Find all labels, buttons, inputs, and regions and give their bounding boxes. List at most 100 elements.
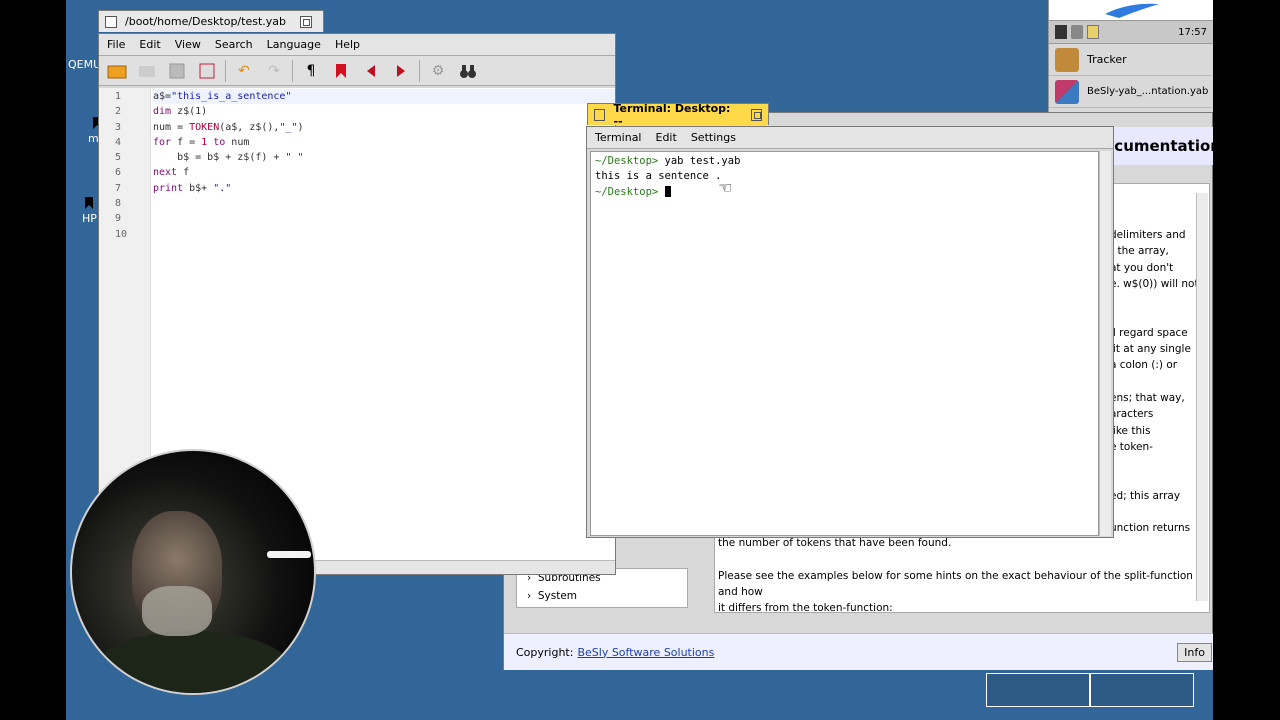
- doc-scrollbar[interactable]: [1196, 193, 1208, 601]
- line-number: 8: [115, 198, 122, 210]
- terminal-prompt: ~/Desktop>: [595, 185, 659, 198]
- doc-line: it differs from the token-function:: [718, 602, 893, 615]
- menu-search[interactable]: Search: [215, 38, 253, 51]
- deskbar: 17:57 Tracker BeSly-yab_...ntation.yab: [1048, 0, 1213, 112]
- line-number: 7: [115, 182, 122, 194]
- undo-icon[interactable]: ↶: [232, 60, 256, 82]
- menu-file[interactable]: File: [107, 38, 125, 51]
- editor-title-tab[interactable]: /boot/home/Desktop/test.yab: [98, 10, 324, 32]
- code-line-4: for f = 1 to num: [153, 136, 250, 148]
- zoom-icon[interactable]: [750, 108, 762, 121]
- menu-edit[interactable]: Edit: [656, 131, 677, 144]
- save-as-icon[interactable]: [195, 60, 219, 82]
- clock[interactable]: 17:57: [1178, 27, 1207, 38]
- desktop-icon-label: QEMU: [68, 58, 102, 71]
- doc-line: a colon (:) or: [1110, 359, 1178, 372]
- terminal-prompt: ~/Desktop>: [595, 155, 659, 167]
- menu-language[interactable]: Language: [267, 38, 321, 51]
- reload-icon[interactable]: [135, 60, 159, 82]
- editor-toolbar: ↶ ↷ ¶ ⚙: [99, 56, 615, 86]
- show-invisibles-icon[interactable]: ¶: [299, 60, 323, 82]
- copyright-link[interactable]: BeSly Software Solutions: [577, 646, 714, 659]
- network-icon[interactable]: [1071, 25, 1083, 39]
- info-button[interactable]: Info: [1177, 642, 1212, 662]
- webcam-beard: [142, 586, 212, 636]
- bookmark-icon[interactable]: [329, 60, 353, 82]
- terminal-window: Terminal: Desktop: -- Terminal Edit Sett…: [586, 102, 1114, 538]
- doc-line: Please see the examples below for some h…: [718, 569, 1193, 598]
- webcam-overlay: [70, 449, 316, 695]
- terminal-line: ~/Desktop>: [595, 185, 1094, 200]
- previous-arrow-icon[interactable]: [359, 60, 383, 82]
- bookmark-icon: [82, 196, 96, 210]
- doc-line: ed; this array: [1110, 489, 1181, 502]
- redo-icon[interactable]: ↷: [262, 60, 286, 82]
- line-number: 9: [115, 213, 122, 225]
- deskbar-app-tracker[interactable]: Tracker: [1049, 44, 1213, 76]
- menu-help[interactable]: Help: [335, 38, 360, 51]
- doc-text-bottom: the number of tokens that have been foun…: [718, 535, 1198, 616]
- doc-line: [1110, 504, 1210, 520]
- doc-footer: Copyright: BeSly Software Solutions Info: [504, 633, 1213, 670]
- tree-item[interactable]: › System: [517, 587, 687, 605]
- deskbar-app-label: Tracker: [1087, 53, 1127, 66]
- open-folder-icon[interactable]: [105, 60, 129, 82]
- code-line-7: print b$+ ".": [153, 182, 232, 194]
- deskbar-app-yab[interactable]: BeSly-yab_...ntation.yab: [1049, 76, 1213, 108]
- doc-line: t the array,: [1110, 245, 1169, 258]
- terminal-output[interactable]: ~/Desktop> yab test.yab this is a senten…: [590, 151, 1099, 536]
- code-line-1: a$="this_is_a_sentence": [153, 89, 615, 105]
- close-icon[interactable]: [594, 108, 606, 121]
- doc-line: like this: [1110, 424, 1151, 437]
- doc-text-right: delimiters and t the array, at you don't…: [1110, 227, 1210, 537]
- code-line-2: dim z$(1): [153, 106, 208, 118]
- text-cursor: [664, 186, 671, 198]
- workspace-box[interactable]: [1090, 673, 1194, 707]
- save-icon[interactable]: [165, 60, 189, 82]
- volume-icon[interactable]: [1087, 25, 1099, 39]
- doc-line: [1110, 471, 1210, 487]
- doc-line: e token-: [1110, 440, 1153, 453]
- editor-title: /boot/home/Desktop/test.yab: [125, 15, 286, 28]
- tracker-icon: [1055, 47, 1079, 72]
- line-number: 3: [115, 121, 122, 133]
- terminal-output-text: this is a sentence .: [595, 170, 722, 183]
- desktop-icon-hp[interactable]: HP: [82, 196, 97, 225]
- doc-line: at you don't: [1110, 261, 1174, 274]
- next-arrow-icon[interactable]: [389, 60, 413, 82]
- close-icon[interactable]: [105, 15, 117, 28]
- webcam-body: [92, 631, 292, 693]
- toolbar-separator: [225, 59, 226, 82]
- haiku-leaf-icon[interactable]: [1049, 0, 1213, 20]
- cpu-meter-icon[interactable]: [1055, 25, 1067, 39]
- line-number: 6: [115, 167, 122, 179]
- doc-line: [718, 551, 1198, 567]
- black-border: [1213, 0, 1280, 720]
- menu-settings[interactable]: Settings: [691, 131, 736, 144]
- terminal-line: this is a sentence .: [595, 169, 1094, 184]
- code-line-3: num = TOKEN(a$, z$(),"_"): [153, 121, 304, 133]
- terminal-title: Terminal: Desktop: --: [613, 101, 731, 128]
- desktop-icon-qemu[interactable]: QEMU: [68, 58, 101, 71]
- terminal-command: yab test.yab: [658, 155, 741, 167]
- code-line-5: b$ = b$ + z$(f) + " ": [153, 152, 304, 164]
- workspace-box[interactable]: [986, 673, 1090, 707]
- menu-terminal[interactable]: Terminal: [595, 131, 642, 144]
- code-line-6: next f: [153, 167, 190, 179]
- find-binoculars-icon[interactable]: [456, 60, 480, 82]
- toolbar-separator: [292, 59, 293, 82]
- yab-icon: [1055, 79, 1079, 104]
- menu-edit[interactable]: Edit: [139, 38, 160, 51]
- line-number: 1: [115, 91, 122, 102]
- deskbar-tray: 17:57: [1049, 20, 1213, 44]
- chevron-right-icon: ›: [527, 590, 538, 602]
- terminal-title-tab[interactable]: Terminal: Desktop: --: [587, 101, 769, 128]
- menu-view[interactable]: View: [175, 38, 201, 51]
- doc-line: aracters: [1110, 408, 1154, 421]
- tree-item-label: System: [537, 590, 578, 602]
- zoom-icon[interactable]: [299, 15, 312, 28]
- terminal-menubar: Terminal Edit Settings: [587, 127, 1113, 149]
- terminal-scrollbar[interactable]: [1099, 151, 1111, 536]
- doc-line: e. w$(0)) will not: [1110, 277, 1199, 290]
- settings-gear-icon[interactable]: ⚙: [426, 60, 450, 82]
